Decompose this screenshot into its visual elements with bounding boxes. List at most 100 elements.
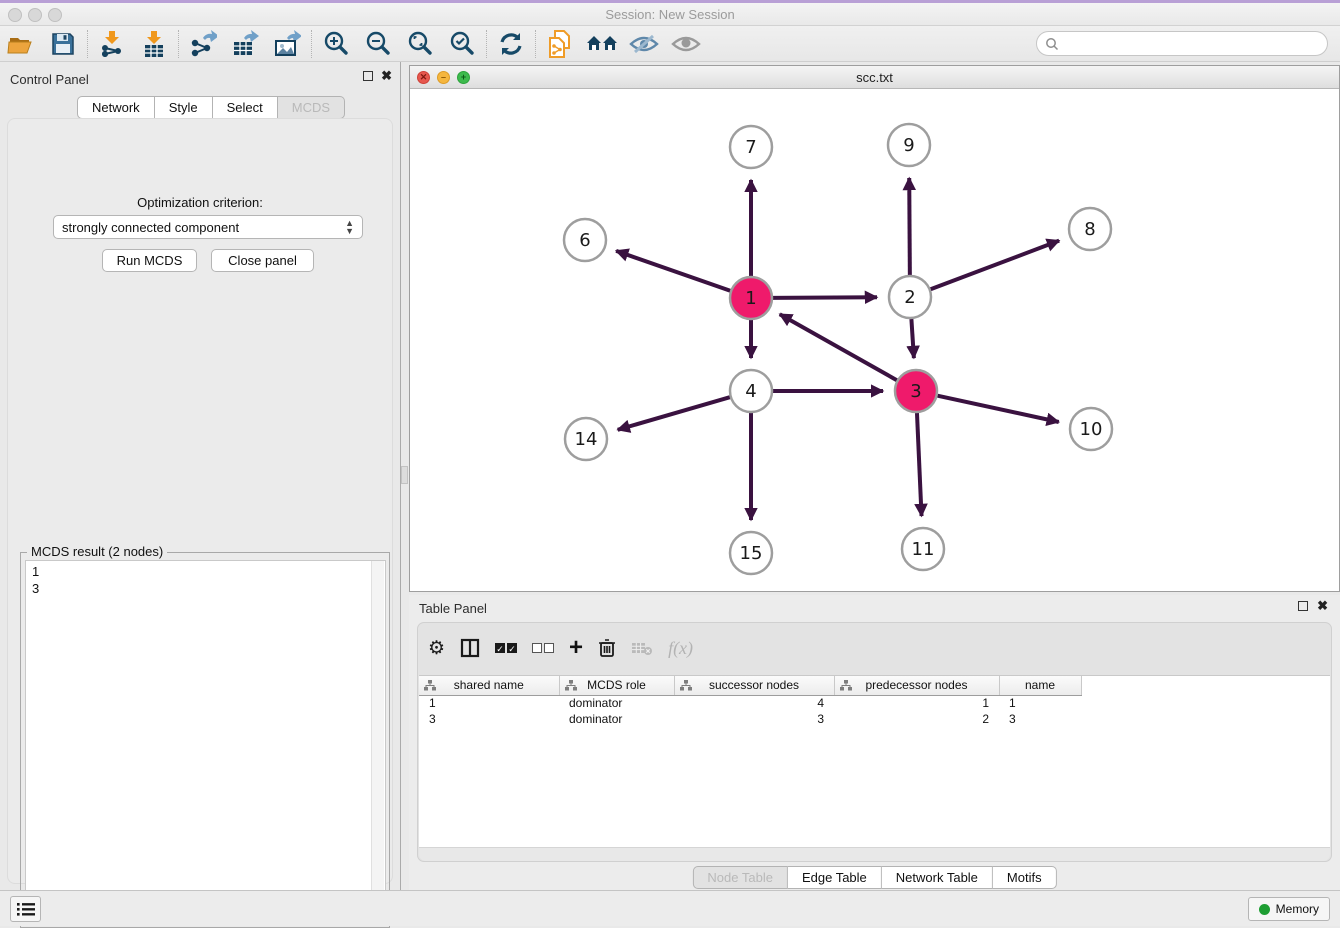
vertical-splitter[interactable] xyxy=(400,62,409,890)
column-header-predecessor-nodes[interactable]: predecessor nodes xyxy=(834,676,999,695)
table-horizontal-scrollbar[interactable] xyxy=(419,847,1330,861)
search-box[interactable] xyxy=(1036,31,1328,56)
table-cell[interactable]: 2 xyxy=(834,711,999,727)
control-panel: Control Panel ✖ NetworkStyleSelectMCDS O… xyxy=(0,62,400,890)
import-table-button[interactable] xyxy=(133,28,175,60)
edge-3-11[interactable] xyxy=(917,413,922,516)
zoom-selected-button[interactable] xyxy=(441,28,483,60)
network-canvas[interactable]: 1234678910111415 xyxy=(410,89,1339,591)
edge-2-8[interactable] xyxy=(931,241,1060,290)
open-session-button[interactable] xyxy=(0,28,42,60)
table-cell[interactable]: 4 xyxy=(674,695,834,711)
table-cell[interactable]: 3 xyxy=(674,711,834,727)
node-label-1: 1 xyxy=(745,288,756,309)
tab-network[interactable]: Network xyxy=(77,96,155,119)
refresh-layout-button[interactable] xyxy=(490,28,532,60)
close-panel-icon[interactable]: ✖ xyxy=(381,71,392,81)
table-row[interactable]: 1dominator411 xyxy=(419,695,1081,711)
edge-3-10[interactable] xyxy=(937,396,1058,422)
table-cell[interactable]: dominator xyxy=(559,711,674,727)
node-table[interactable]: shared nameMCDS rolesuccessor nodesprede… xyxy=(419,675,1330,847)
add-column-button[interactable]: + xyxy=(569,638,583,658)
edge-2-9[interactable] xyxy=(909,178,910,275)
run-mcds-button[interactable]: Run MCDS xyxy=(102,249,197,272)
result-scrollbar[interactable] xyxy=(371,561,384,923)
import-table-icon xyxy=(141,30,167,58)
float-panel-icon[interactable] xyxy=(363,71,373,81)
show-all-button[interactable] xyxy=(665,28,707,60)
app-titlebar[interactable]: Session: New Session xyxy=(0,3,1340,26)
export-table-button[interactable] xyxy=(224,28,266,60)
node-label-10: 10 xyxy=(1080,419,1103,440)
deselect-all-columns-button[interactable] xyxy=(532,643,554,653)
network-minimize-button[interactable]: – xyxy=(437,71,450,84)
hide-selected-button[interactable] xyxy=(623,28,665,60)
tab-node-table[interactable]: Node Table xyxy=(692,866,788,889)
tab-network-table[interactable]: Network Table xyxy=(882,866,993,889)
zoom-out-icon xyxy=(364,30,392,58)
table-cell[interactable]: 3 xyxy=(419,711,559,727)
import-network-button[interactable] xyxy=(91,28,133,60)
delete-table-button[interactable] xyxy=(631,640,653,656)
first-neighbors-button[interactable] xyxy=(581,28,623,60)
table-settings-button[interactable]: ⚙ xyxy=(428,639,445,658)
edge-2-3[interactable] xyxy=(911,319,913,358)
zoom-fit-button[interactable] xyxy=(399,28,441,60)
tab-edge-table[interactable]: Edge Table xyxy=(788,866,882,889)
network-close-button[interactable]: ✕ xyxy=(417,71,430,84)
edge-1-6[interactable] xyxy=(616,251,730,291)
edge-4-14[interactable] xyxy=(618,397,730,430)
table-cell[interactable]: 1 xyxy=(419,695,559,711)
zoom-in-button[interactable] xyxy=(315,28,357,60)
close-table-panel-icon[interactable]: ✖ xyxy=(1317,601,1328,611)
column-header-MCDS-role[interactable]: MCDS role xyxy=(559,676,674,695)
memory-label: Memory xyxy=(1276,902,1319,916)
column-header-shared-name[interactable]: shared name xyxy=(419,676,559,695)
function-builder-button[interactable]: f(x) xyxy=(668,638,693,659)
tab-motifs[interactable]: Motifs xyxy=(993,866,1057,889)
export-image-button[interactable] xyxy=(266,28,308,60)
table-cell[interactable]: dominator xyxy=(559,695,674,711)
mcds-panel: Optimization criterion: strongly connect… xyxy=(7,118,393,884)
column-header-successor-nodes[interactable]: successor nodes xyxy=(674,676,834,695)
column-type-icon xyxy=(680,680,692,691)
select-all-columns-button[interactable]: ✓✓ xyxy=(495,643,517,653)
tab-style[interactable]: Style xyxy=(155,96,213,119)
tab-select[interactable]: Select xyxy=(213,96,278,119)
edge-1-2[interactable] xyxy=(773,297,877,298)
memory-button[interactable]: Memory xyxy=(1248,897,1330,921)
tab-mcds[interactable]: MCDS xyxy=(278,96,345,119)
save-floppy-icon xyxy=(51,32,75,56)
close-panel-button[interactable]: Close panel xyxy=(211,249,314,272)
delete-column-button[interactable] xyxy=(598,638,616,658)
optimization-criterion-select[interactable]: strongly connected component ▲▼ xyxy=(53,215,363,239)
table-panel-body: ⚙ ✓✓ + f(x) s xyxy=(417,622,1332,862)
node-label-6: 6 xyxy=(579,230,590,251)
export-image-icon xyxy=(273,30,301,58)
edge-3-1[interactable] xyxy=(780,314,897,380)
table-cell[interactable]: 3 xyxy=(999,711,1081,727)
show-columns-button[interactable] xyxy=(460,638,480,658)
column-header-name[interactable]: name xyxy=(999,676,1081,695)
splitter-handle[interactable] xyxy=(401,466,408,484)
table-cell[interactable]: 1 xyxy=(999,695,1081,711)
dropdown-stepper-icon: ▲▼ xyxy=(345,219,354,235)
node-label-4: 4 xyxy=(745,381,756,402)
export-table-icon xyxy=(231,30,259,58)
task-history-button[interactable] xyxy=(10,896,41,922)
eye-icon xyxy=(671,33,701,55)
zoom-out-button[interactable] xyxy=(357,28,399,60)
network-titlebar[interactable]: scc.txt ✕ – + xyxy=(410,66,1339,89)
dropdown-value: strongly connected component xyxy=(62,220,345,235)
table-cell[interactable]: 1 xyxy=(834,695,999,711)
save-session-button[interactable] xyxy=(42,28,84,60)
column-type-icon xyxy=(565,680,577,691)
float-table-panel-icon[interactable] xyxy=(1298,601,1308,611)
mcds-result-list[interactable]: 1 3 xyxy=(25,560,386,924)
network-maximize-button[interactable]: + xyxy=(457,71,470,84)
table-row[interactable]: 3dominator323 xyxy=(419,711,1081,727)
export-network-button[interactable] xyxy=(182,28,224,60)
new-network-from-selection-button[interactable] xyxy=(539,28,581,60)
search-input[interactable] xyxy=(1059,36,1327,51)
houses-icon xyxy=(586,32,618,56)
